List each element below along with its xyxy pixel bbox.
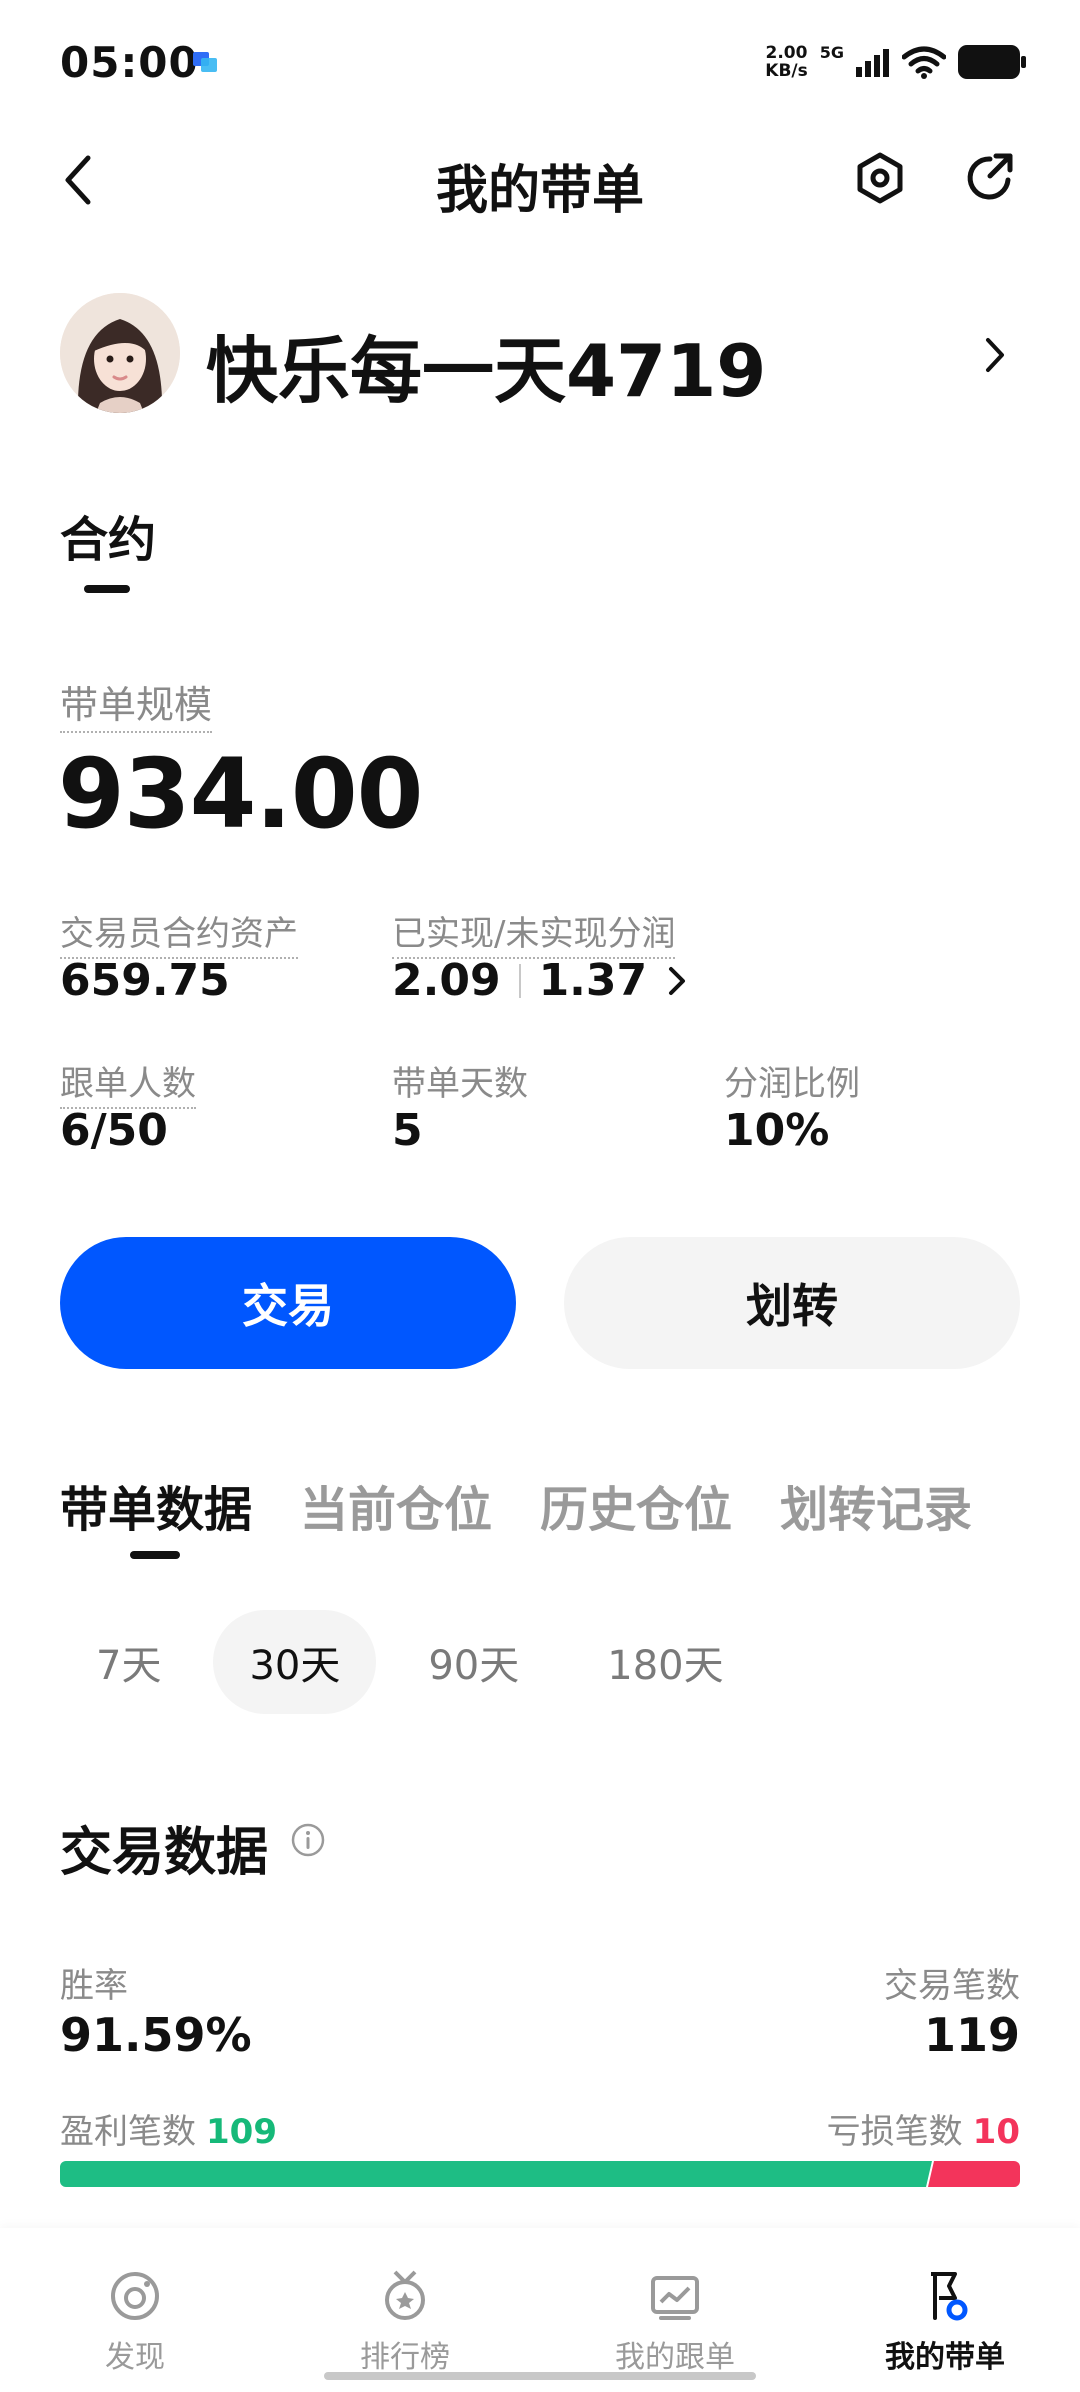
medal-icon <box>385 2270 425 2320</box>
username[interactable]: 快乐每一天4719 <box>206 312 766 417</box>
settings-icon[interactable] <box>852 150 908 206</box>
period-90d[interactable]: 90天 <box>392 1610 555 1714</box>
avatar[interactable] <box>60 293 180 413</box>
trade-count-label: 交易笔数 <box>884 1966 1020 2006</box>
nav-leaderboard[interactable]: 排行榜 <box>270 2228 540 2392</box>
chevron-right-icon[interactable] <box>663 963 691 999</box>
trader-assets-value: 659.75 <box>60 955 230 1006</box>
transfer-button[interactable]: 划转 <box>564 1237 1020 1369</box>
signal-icon <box>856 49 889 77</box>
ratio-value: 10% <box>724 1105 830 1156</box>
avatar-portrait-icon <box>60 293 180 413</box>
tab-contract[interactable]: 合约 <box>60 500 156 570</box>
nav-discover[interactable]: 发现 <box>0 2228 270 2392</box>
period-selector: 7天 30天 90天 180天 <box>60 1610 760 1714</box>
chart-board-icon <box>651 2276 699 2320</box>
profit-count-value: 109 <box>206 2112 277 2152</box>
followers-value: 6/50 <box>60 1105 168 1156</box>
flag-person-icon <box>931 2272 968 2321</box>
unrealized-value: 1.37 <box>538 955 648 1006</box>
divider <box>518 963 521 998</box>
tab-history-positions[interactable]: 历史仓位 <box>540 1470 732 1540</box>
followers-label[interactable]: 跟单人数 <box>60 1056 196 1109</box>
tab-lead-data[interactable]: 带单数据 <box>60 1470 252 1540</box>
profit-ratio-bar <box>60 2161 926 2187</box>
net-speed: 2.00 KB/s <box>765 43 808 81</box>
network-type: 5G <box>819 42 844 62</box>
days-value: 5 <box>392 1105 423 1156</box>
profit-share-label[interactable]: 已实现/未实现分润 <box>392 906 676 959</box>
tab-underline <box>84 585 130 593</box>
trade-count-value: 119 <box>923 2008 1020 2062</box>
loss-ratio-bar <box>934 2161 1020 2187</box>
tab-transfer-records[interactable]: 划转记录 <box>780 1470 972 1540</box>
win-rate-value: 91.59% <box>60 2008 252 2062</box>
app-notification-icon <box>193 52 217 72</box>
loss-count: 亏损笔数 10 <box>827 2104 1020 2153</box>
status-time: 05:00 <box>60 38 199 87</box>
period-180d[interactable]: 180天 <box>571 1610 759 1714</box>
profit-count: 盈利笔数 109 <box>60 2104 277 2153</box>
nav-my-leads[interactable]: 我的带单 <box>810 2228 1080 2392</box>
scale-value: 934.00 <box>58 738 423 850</box>
home-indicator <box>324 2372 756 2380</box>
share-icon[interactable] <box>962 150 1018 206</box>
profit-count-label: 盈利笔数 <box>60 2112 196 2152</box>
profit-share-values[interactable]: 2.09 1.37 <box>392 955 691 1006</box>
loss-count-label: 亏损笔数 <box>826 2112 963 2152</box>
chevron-right-icon[interactable] <box>980 332 1010 378</box>
page-title: 我的带单 <box>435 161 644 221</box>
wifi-icon <box>902 46 946 79</box>
info-icon[interactable] <box>290 1822 326 1858</box>
period-30d[interactable]: 30天 <box>213 1610 377 1714</box>
loss-count-value: 10 <box>972 2112 1020 2152</box>
win-rate-label: 胜率 <box>60 1966 128 2006</box>
battery-icon <box>958 45 1026 79</box>
period-7d[interactable]: 7天 <box>60 1610 197 1714</box>
status-indicators: 2.00 KB/s 5G <box>765 40 1026 84</box>
bottom-nav: 发现 排行榜 我的跟单 我的带单 <box>0 2228 1080 2392</box>
realized-value: 2.09 <box>392 955 501 1006</box>
days-label: 带单天数 <box>392 1064 528 1104</box>
trade-button[interactable]: 交易 <box>60 1237 516 1369</box>
trade-data-title: 交易数据 <box>60 1823 269 1883</box>
discover-icon <box>111 2272 159 2320</box>
tab-current-positions[interactable]: 当前仓位 <box>300 1470 492 1540</box>
data-tabs: 带单数据 当前仓位 历史仓位 划转记录 <box>60 1470 972 1540</box>
ratio-label: 分润比例 <box>724 1064 860 1104</box>
trader-assets-label[interactable]: 交易员合约资产 <box>60 906 298 959</box>
nav-my-follows[interactable]: 我的跟单 <box>540 2228 810 2392</box>
scale-label[interactable]: 带单规模 <box>60 674 213 733</box>
tab-underline <box>130 1551 180 1559</box>
